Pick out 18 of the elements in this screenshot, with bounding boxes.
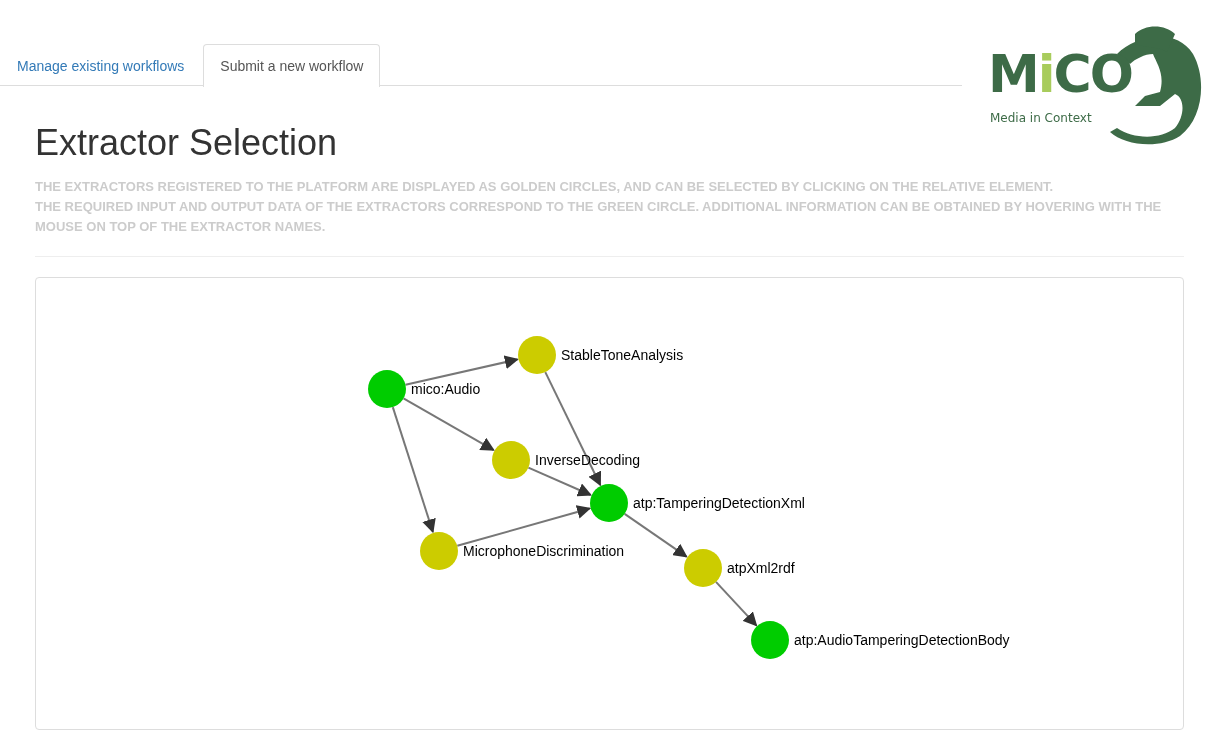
edge-arrow	[714, 580, 758, 627]
logo-wordmark: MiCO	[988, 48, 1132, 100]
node-label[interactable]: InverseDecoding	[535, 452, 641, 468]
extractor-node[interactable]	[492, 441, 530, 479]
page-heading: Extractor Selection	[35, 123, 338, 163]
extractor-node[interactable]	[518, 336, 556, 374]
node-label[interactable]: mico:Audio	[411, 381, 481, 397]
node-label[interactable]: atp:AudioTamperingDetectionBody	[794, 632, 1010, 648]
node-label[interactable]: MicrophoneDiscrimination	[463, 543, 625, 559]
extractor-node[interactable]	[684, 549, 722, 587]
edge-arrow	[623, 512, 688, 558]
logo-tagline: Media in Context	[990, 111, 1092, 125]
extractor-node[interactable]	[420, 532, 458, 570]
tab[interactable]: Submit a new workflow	[203, 44, 381, 87]
node-label[interactable]: atp:TamperingDetectionXml	[633, 495, 805, 511]
node-label[interactable]: StableToneAnalysis	[561, 347, 684, 363]
tab[interactable]: Manage existing workflows	[0, 44, 202, 86]
node-label[interactable]: atpXml2rdf	[727, 560, 795, 576]
